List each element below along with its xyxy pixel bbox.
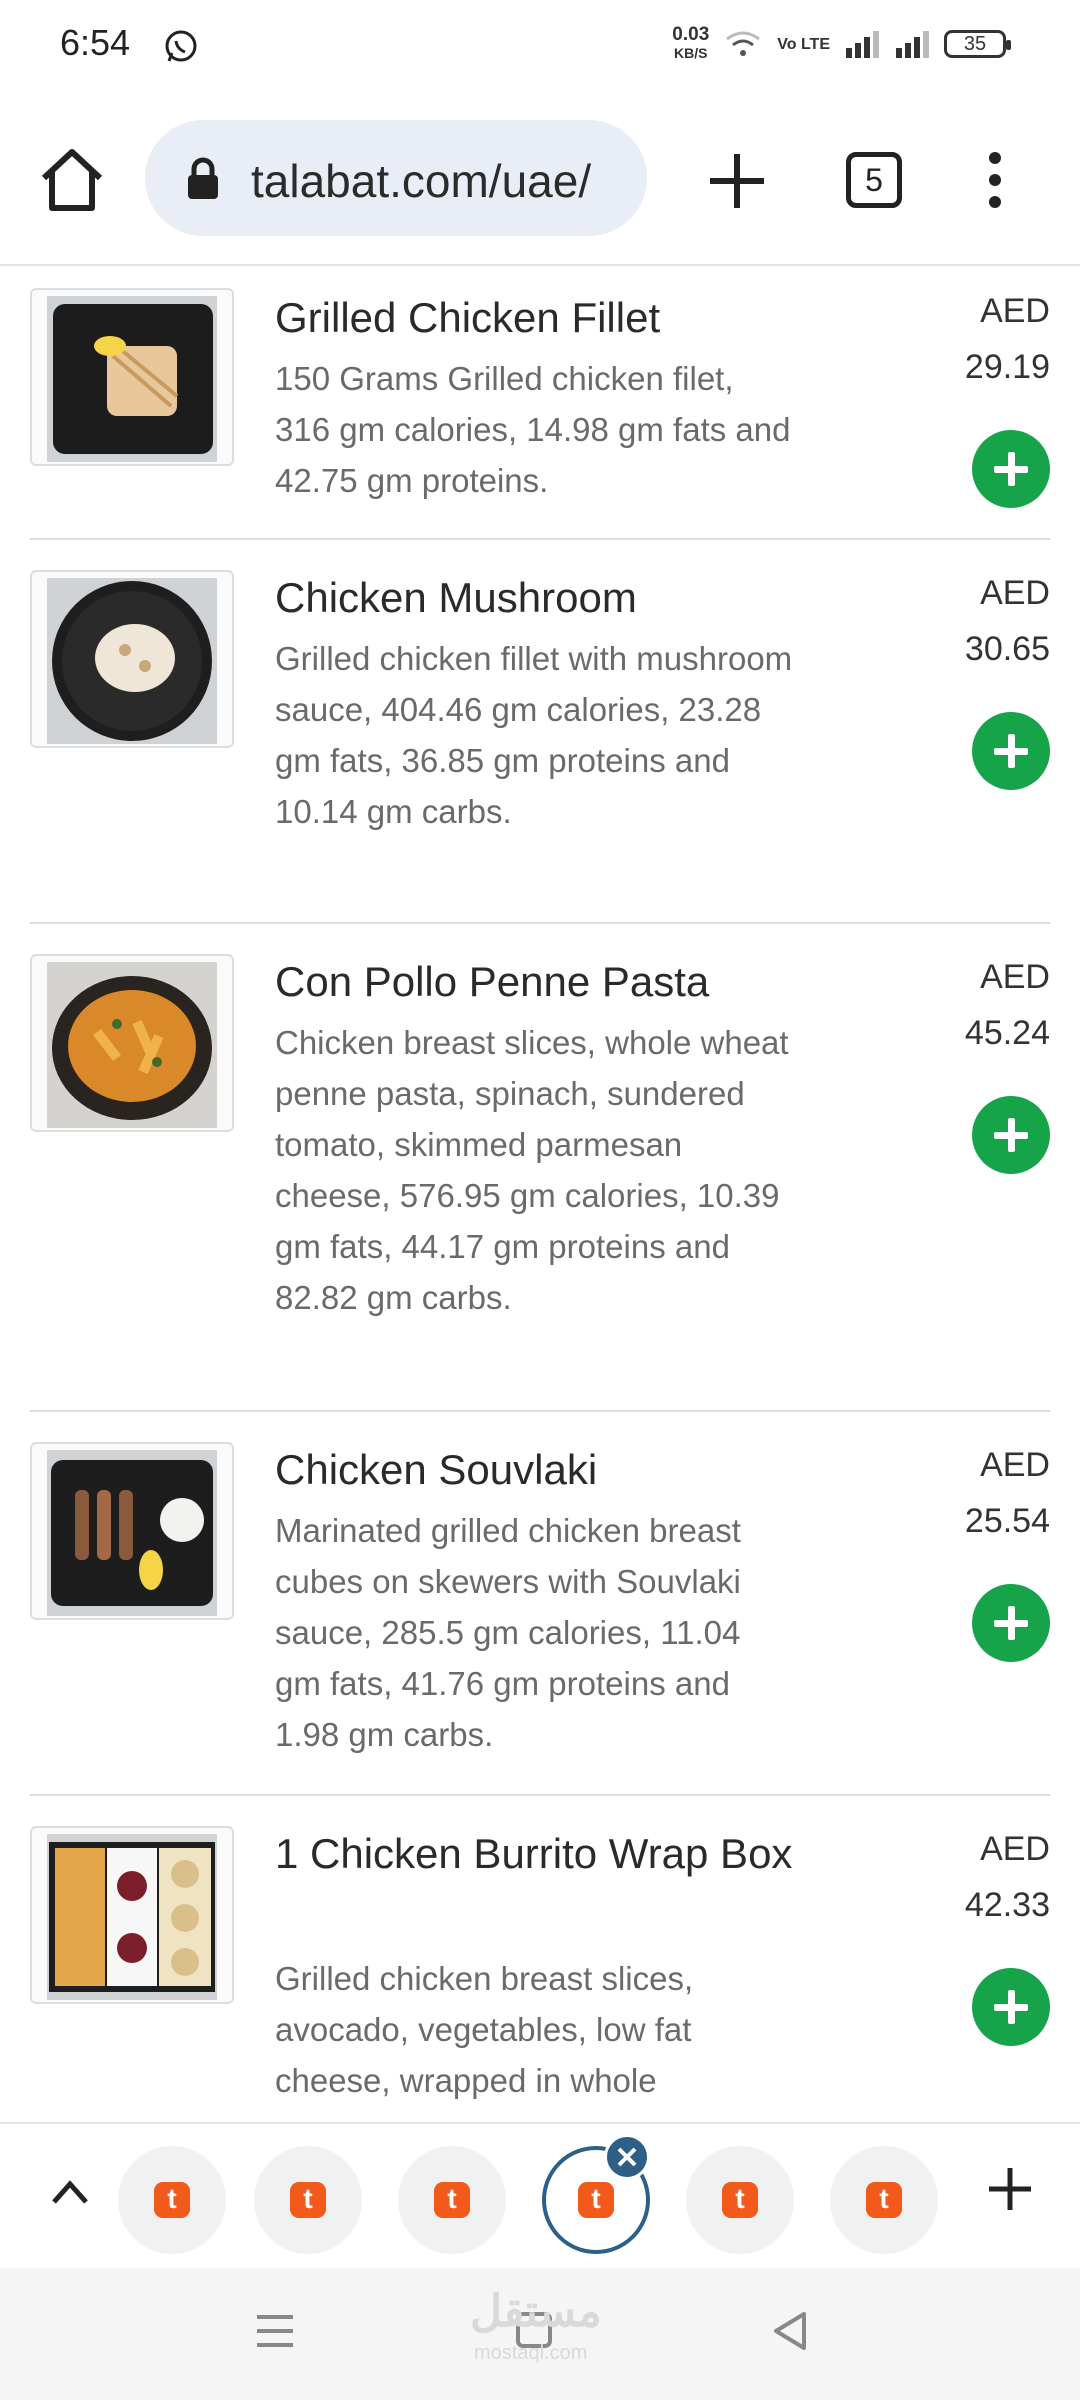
talabat-logo-icon: t: [154, 2182, 190, 2218]
status-icons: 0.03 KB/S Vo LTE 35: [672, 24, 1011, 62]
list-item[interactable]: Grilled Chicken Fillet 150 Grams Grilled…: [0, 266, 1080, 538]
add-to-cart-button[interactable]: [972, 712, 1050, 790]
tab-thumbnail[interactable]: t: [118, 2146, 226, 2254]
price-currency: AED: [980, 1446, 1050, 1484]
more-vert-icon[interactable]: [975, 148, 1015, 212]
talabat-logo-icon: t: [722, 2182, 758, 2218]
item-description: Grilled chicken breast slices, avocado, …: [275, 1960, 694, 2099]
tab-thumbnail[interactable]: t: [398, 2146, 506, 2254]
nav-menu-icon[interactable]: [255, 2312, 295, 2350]
volte-indicator: Vo LTE: [777, 35, 830, 53]
net-speed-value: 0.03: [672, 24, 710, 45]
price-value: 45.24: [964, 1014, 1050, 1052]
add-to-cart-button[interactable]: [972, 1584, 1050, 1662]
add-to-cart-button[interactable]: [972, 1096, 1050, 1174]
status-time: 6:54: [60, 22, 131, 63]
item-name: Grilled Chicken Fillet: [275, 294, 661, 341]
add-to-cart-button[interactable]: [972, 1968, 1050, 2046]
watermark-sub: mostaql.com: [474, 2342, 588, 2364]
price-currency: AED: [980, 574, 1050, 612]
price-value: 29.19: [964, 348, 1050, 386]
add-to-cart-button[interactable]: [972, 430, 1050, 508]
talabat-logo-icon: t: [578, 2182, 614, 2218]
tabs-icon[interactable]: 5: [846, 152, 902, 208]
wifi-icon: [726, 31, 761, 56]
item-description: Marinated grilled chicken breast cubes o…: [275, 1512, 741, 1753]
list-item[interactable]: Chicken Souvlaki Marinated grilled chick…: [0, 1412, 1080, 1794]
item-name: 1 Chicken Burrito Wrap Box: [275, 1830, 793, 1877]
nav-back-icon[interactable]: [770, 2310, 810, 2352]
net-speed: 0.03 KB/S: [672, 24, 710, 62]
address-bar[interactable]: talabat.com/uae/: [145, 120, 647, 236]
net-speed-unit: KB/S: [674, 45, 708, 61]
item-name: Chicken Souvlaki: [275, 1446, 598, 1493]
item-description: Grilled chicken fillet with mushroom sau…: [275, 640, 793, 830]
signal-icon: [896, 31, 929, 58]
list-item[interactable]: Con Pollo Penne Pasta Chicken breast sli…: [0, 924, 1080, 1410]
plus-icon[interactable]: [702, 146, 772, 216]
item-name: Chicken Mushroom: [275, 574, 637, 621]
item-description: Chicken breast slices, whole wheat penne…: [275, 1024, 789, 1316]
item-description: 150 Grams Grilled chicken filet, 316 gm …: [275, 360, 791, 499]
home-icon[interactable]: [34, 142, 110, 218]
item-image: [30, 288, 234, 466]
watermark: مستقل: [470, 2287, 602, 2336]
lock-icon: [188, 157, 218, 199]
item-image: [30, 954, 234, 1132]
price-value: 25.54: [964, 1502, 1050, 1540]
price-currency: AED: [980, 958, 1050, 996]
status-bar: 6:54 0.03 KB/S Vo LTE 35: [0, 0, 1080, 96]
list-item[interactable]: Chicken Mushroom Grilled chicken fillet …: [0, 540, 1080, 922]
tab-thumbnail[interactable]: t: [830, 2146, 938, 2254]
url-text: talabat.com/uae/: [251, 155, 592, 207]
price-currency: AED: [980, 292, 1050, 330]
tab-thumbnail[interactable]: t: [686, 2146, 794, 2254]
item-image: [30, 1826, 234, 2004]
item-name: Con Pollo Penne Pasta: [275, 958, 710, 1005]
whatsapp-icon: [165, 30, 197, 62]
price-currency: AED: [980, 1830, 1050, 1868]
browser-toolbar: talabat.com/uae/ 5: [0, 96, 1080, 264]
talabat-logo-icon: t: [434, 2182, 470, 2218]
item-image: [30, 570, 234, 748]
tab-thumbnail[interactable]: t: [254, 2146, 362, 2254]
price-value: 42.33: [964, 1886, 1050, 1924]
list-item[interactable]: 1 Chicken Burrito Wrap Box Grilled chick…: [0, 1796, 1080, 2120]
plus-icon[interactable]: [985, 2164, 1035, 2214]
close-icon[interactable]: [604, 2134, 650, 2180]
battery-icon: 35: [944, 30, 1011, 58]
price-value: 30.65: [964, 630, 1050, 668]
menu-list: Grilled Chicken Fillet 150 Grams Grilled…: [0, 266, 1080, 2120]
tab-strip: t t t t t t: [0, 2122, 1080, 2268]
item-image: [30, 1442, 234, 1620]
system-nav-bar: مستقل mostaql.com: [0, 2268, 1080, 2400]
talabat-logo-icon: t: [290, 2182, 326, 2218]
signal-icon: [846, 31, 879, 58]
talabat-logo-icon: t: [866, 2182, 902, 2218]
chevron-up-icon[interactable]: [50, 2174, 90, 2208]
